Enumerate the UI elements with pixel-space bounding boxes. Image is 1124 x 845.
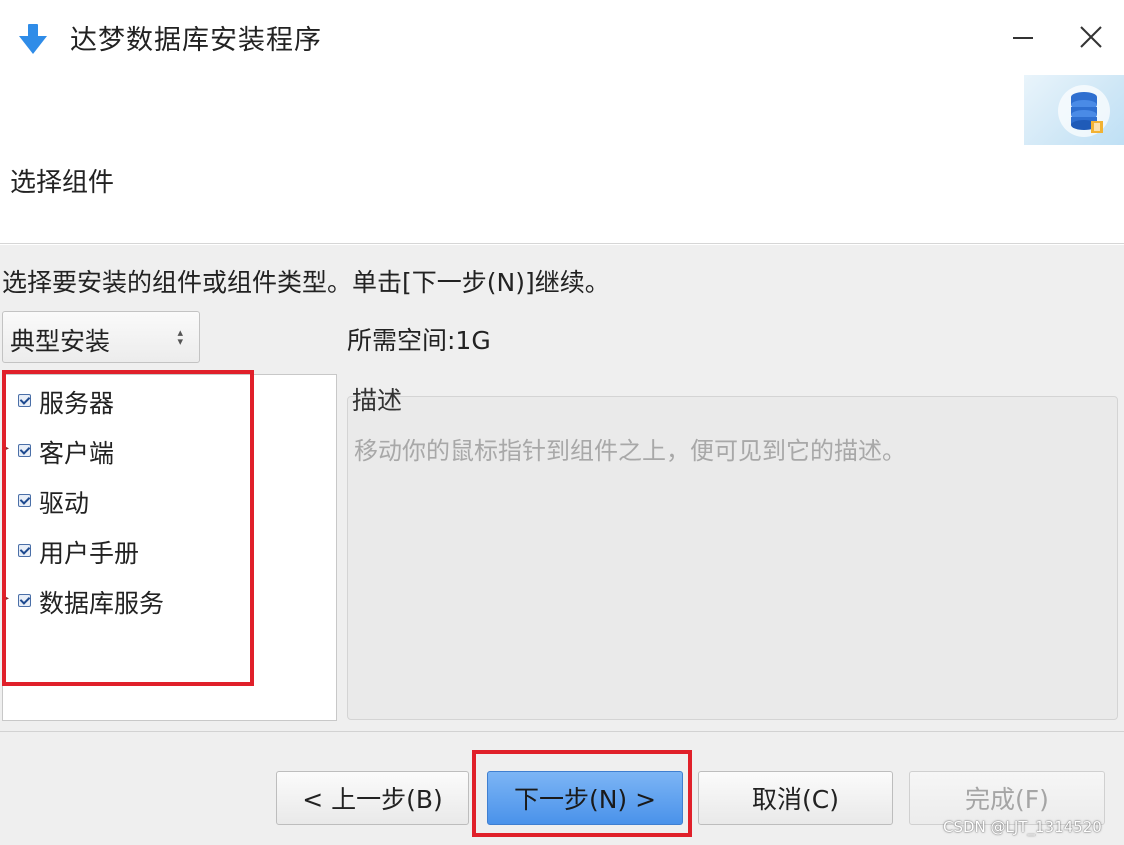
description-legend: 描述 bbox=[352, 386, 403, 415]
footer-divider bbox=[0, 731, 1124, 732]
main-content: 选择要安装的组件或组件类型。单击[下一步(N)]继续。 典型安装 ▴ ▾ 所需空间… bbox=[0, 245, 1124, 845]
wizard-header: 选择组件 bbox=[0, 75, 1124, 244]
component-label: 服务器 bbox=[39, 389, 115, 418]
checkbox[interactable] bbox=[18, 494, 31, 507]
checkbox[interactable] bbox=[18, 444, 31, 457]
finish-button[interactable]: 完成(F) bbox=[909, 771, 1105, 825]
prev-button[interactable]: < 上一步(B) bbox=[276, 771, 469, 825]
component-item-server[interactable]: 服务器 bbox=[3, 381, 303, 421]
expand-arrow-icon[interactable]: ▸ bbox=[4, 443, 9, 454]
instruction-text: 选择要安装的组件或组件类型。单击[下一步(N)]继续。 bbox=[2, 268, 610, 297]
database-logo-icon bbox=[1024, 75, 1124, 145]
close-icon[interactable] bbox=[1076, 22, 1106, 52]
component-label: 客户端 bbox=[39, 439, 115, 468]
window-title: 达梦数据库安装程序 bbox=[70, 25, 322, 56]
watermark: CSDN @LJT_1314520 bbox=[943, 818, 1102, 836]
description-text: 移动你的鼠标指针到组件之上，便可见到它的描述。 bbox=[354, 437, 906, 465]
install-type-value: 典型安装 bbox=[10, 327, 111, 356]
expand-arrow-icon[interactable]: ▸ bbox=[4, 593, 9, 604]
checkbox[interactable] bbox=[18, 544, 31, 557]
title-bar: 达梦数据库安装程序 bbox=[0, 0, 1124, 75]
install-type-select[interactable]: 典型安装 ▴ ▾ bbox=[2, 311, 200, 363]
component-item-driver[interactable]: 驱动 bbox=[3, 481, 303, 521]
component-item-client[interactable]: ▸ 客户端 bbox=[3, 431, 303, 471]
cancel-button[interactable]: 取消(C) bbox=[698, 771, 893, 825]
component-label: 驱动 bbox=[39, 489, 90, 518]
component-item-user-manual[interactable]: 用户手册 bbox=[3, 531, 303, 571]
component-tree[interactable]: 服务器 ▸ 客户端 驱动 用户手册 ▸ 数据库服务 bbox=[2, 374, 337, 721]
page-title: 选择组件 bbox=[10, 168, 115, 198]
select-arrows-icon: ▴ ▾ bbox=[177, 326, 183, 348]
minimize-icon[interactable] bbox=[1008, 22, 1038, 52]
checkbox[interactable] bbox=[18, 394, 31, 407]
component-label: 用户手册 bbox=[39, 539, 140, 568]
component-item-db-service[interactable]: ▸ 数据库服务 bbox=[3, 581, 303, 621]
download-arrow-icon bbox=[19, 24, 47, 54]
next-button[interactable]: 下一步(N) > bbox=[487, 771, 683, 825]
checkbox[interactable] bbox=[18, 594, 31, 607]
component-label: 数据库服务 bbox=[39, 589, 165, 618]
required-space-label: 所需空间:1G bbox=[347, 326, 491, 355]
